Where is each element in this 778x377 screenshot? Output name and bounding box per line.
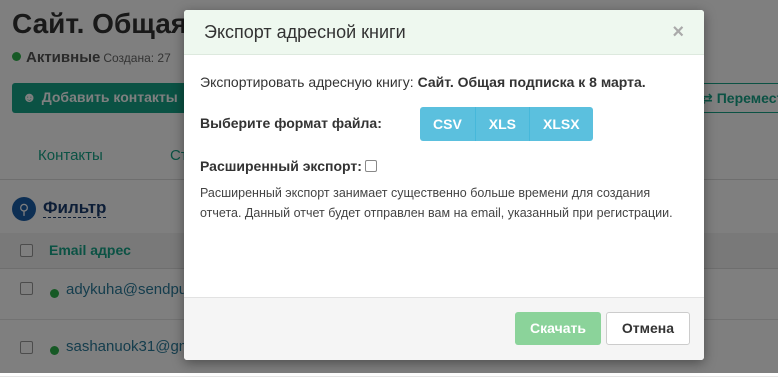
format-label: Выберите формат файла: bbox=[200, 115, 382, 131]
export-description: Экспортировать адресную книгу: Сайт. Общ… bbox=[200, 73, 688, 92]
cancel-button[interactable]: Отмена bbox=[606, 312, 690, 345]
format-xlsx-button[interactable]: XLSX bbox=[530, 107, 593, 141]
modal-footer: Скачать Отмена bbox=[184, 297, 704, 360]
export-prefix: Экспортировать адресную книгу: bbox=[200, 74, 418, 90]
modal-title: Экспорт адресной книги bbox=[204, 22, 406, 42]
advanced-export-row: Расширенный экспорт: bbox=[200, 158, 688, 174]
export-modal: Экспорт адресной книги × Экспортировать … bbox=[184, 10, 704, 360]
download-button[interactable]: Скачать bbox=[515, 312, 601, 345]
advanced-export-checkbox[interactable] bbox=[364, 160, 377, 172]
advanced-export-label: Расширенный экспорт: bbox=[200, 158, 362, 174]
modal-header: Экспорт адресной книги × bbox=[184, 10, 704, 55]
format-button-group: CSV XLS XLSX bbox=[420, 107, 593, 141]
modal-body: Экспортировать адресную книгу: Сайт. Общ… bbox=[184, 55, 704, 223]
format-xls-button[interactable]: XLS bbox=[475, 107, 531, 141]
address-book-name: Сайт. Общая подписка к 8 марта. bbox=[417, 74, 646, 90]
format-csv-button[interactable]: CSV bbox=[420, 107, 476, 141]
close-icon[interactable]: × bbox=[672, 22, 684, 42]
format-row: Выберите формат файла: CSV XLS XLSX bbox=[200, 107, 688, 141]
advanced-export-description: Расширенный экспорт занимает существенно… bbox=[200, 186, 673, 220]
